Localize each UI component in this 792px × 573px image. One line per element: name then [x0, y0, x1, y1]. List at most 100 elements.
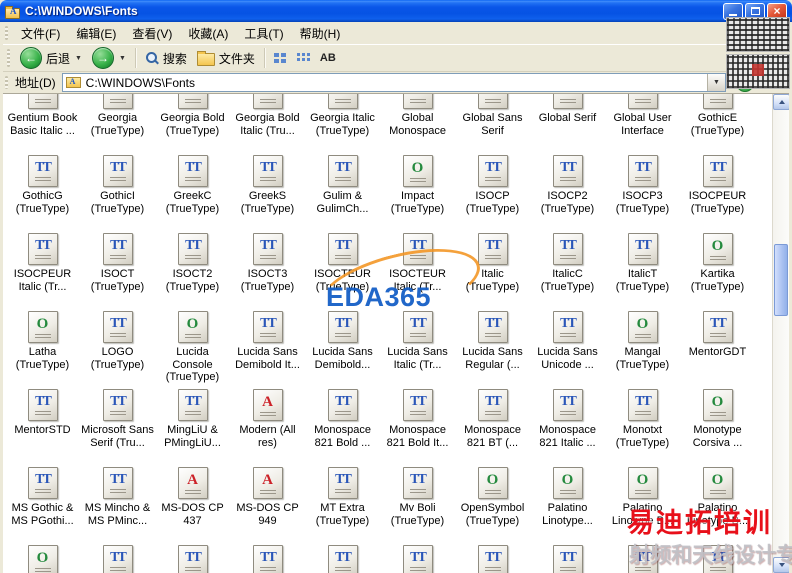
font-item[interactable]: TT	[380, 543, 455, 573]
font-item[interactable]: TT Gentium Book Basic Italic ...	[5, 94, 80, 153]
font-item[interactable]: TT	[230, 543, 305, 573]
back-button[interactable]: ← 后退 ▼	[15, 46, 87, 70]
title-bar[interactable]: A C:\WINDOWS\Fonts ×	[0, 0, 792, 22]
go-button[interactable]: → 转到	[729, 73, 789, 92]
font-item[interactable]: TT Global Monospace	[380, 94, 455, 153]
minimize-button[interactable]	[723, 2, 743, 20]
font-item[interactable]: TT Italic (TrueType)	[455, 231, 530, 309]
font-item[interactable]: TT ISOCT2 (TrueType)	[155, 231, 230, 309]
font-item[interactable]: TT	[80, 543, 155, 573]
font-item[interactable]: TT MentorSTD	[5, 387, 80, 465]
font-item[interactable]: TT MingLiU & PMingLiU...	[155, 387, 230, 465]
font-item[interactable]: TT MS Gothic & MS PGothi...	[5, 465, 80, 543]
font-item[interactable]: TT ISOCP2 (TrueType)	[530, 153, 605, 231]
font-item[interactable]: TT Lucida Sans Demibold It...	[230, 309, 305, 387]
font-item[interactable]: TT Lucida Sans Italic (Tr...	[380, 309, 455, 387]
font-item[interactable]: A Modern (All res)	[230, 387, 305, 465]
font-item[interactable]: TT Lucida Sans Demibold...	[305, 309, 380, 387]
font-item[interactable]: O Mangal (TrueType)	[605, 309, 680, 387]
toolbar-grip[interactable]	[7, 49, 10, 67]
large-icons-view-button[interactable]	[269, 46, 292, 70]
truetype-font-icon: TT	[177, 94, 208, 109]
font-item[interactable]: O Palatino Linotype...	[530, 465, 605, 543]
toolbar-grip[interactable]	[5, 76, 8, 89]
font-item[interactable]: TT	[680, 543, 755, 573]
close-button[interactable]: ×	[767, 2, 787, 20]
font-item[interactable]: TT Lucida Sans Unicode ...	[530, 309, 605, 387]
font-item[interactable]: TT ISOCP (TrueType)	[455, 153, 530, 231]
font-item[interactable]: TT	[305, 543, 380, 573]
font-item[interactable]: O Lucida Console (TrueType)	[155, 309, 230, 387]
font-item[interactable]: TT Monospace 821 Bold ...	[305, 387, 380, 465]
font-item[interactable]: TT LOGO (TrueType)	[80, 309, 155, 387]
menu-item-tools[interactable]: 工具(T)	[236, 22, 291, 45]
font-item[interactable]: TT ISOCPEUR Italic (Tr...	[5, 231, 80, 309]
font-item[interactable]: O Monotype Corsiva ...	[680, 387, 755, 465]
font-item[interactable]: TT Global Sans Serif	[455, 94, 530, 153]
font-item[interactable]: TT Monospace 821 Italic ...	[530, 387, 605, 465]
font-item[interactable]: O	[5, 543, 80, 573]
font-item[interactable]: TT GreekS (TrueType)	[230, 153, 305, 231]
font-item[interactable]: TT Georgia Italic (TrueType)	[305, 94, 380, 153]
font-item[interactable]: A MS-DOS CP 949	[230, 465, 305, 543]
font-item[interactable]: O Latha (TrueType)	[5, 309, 80, 387]
font-item[interactable]: TT Microsoft Sans Serif (Tru...	[80, 387, 155, 465]
forward-button[interactable]: → ▼	[87, 46, 131, 70]
maximize-button[interactable]	[745, 2, 765, 20]
menu-item-help[interactable]: 帮助(H)	[292, 22, 349, 45]
font-item[interactable]: TT GothicG (TrueType)	[5, 153, 80, 231]
scroll-up-button[interactable]	[773, 94, 789, 110]
similarity-view-button[interactable]: AB	[315, 46, 341, 70]
font-item[interactable]: O Palatino Linotype B...	[680, 465, 755, 543]
address-dropdown-button[interactable]: ▼	[706, 74, 725, 91]
font-item[interactable]: O Kartika (TrueType)	[680, 231, 755, 309]
font-item[interactable]: TT Monospace 821 BT (...	[455, 387, 530, 465]
font-item[interactable]: TT Gulim & GulimCh...	[305, 153, 380, 231]
font-item[interactable]: TT Mv Boli (TrueType)	[380, 465, 455, 543]
menu-item-edit[interactable]: 编辑(E)	[68, 22, 124, 45]
font-item[interactable]: TT Global User Interface	[605, 94, 680, 153]
font-item[interactable]: TT Monospace 821 Bold It...	[380, 387, 455, 465]
font-item[interactable]: TT MT Extra (TrueType)	[305, 465, 380, 543]
font-item[interactable]: A MS-DOS CP 437	[155, 465, 230, 543]
font-item[interactable]: TT Global Serif	[530, 94, 605, 153]
font-item[interactable]: TT Monotxt (TrueType)	[605, 387, 680, 465]
font-item[interactable]: O Palatino Linotype B...	[605, 465, 680, 543]
search-button[interactable]: 搜索	[140, 46, 192, 70]
font-item[interactable]: TT Georgia (TrueType)	[80, 94, 155, 153]
menu-item-favorites[interactable]: 收藏(A)	[180, 22, 236, 45]
font-item[interactable]: TT GothicE (TrueType)	[680, 94, 755, 153]
font-item[interactable]: TT ISOCT (TrueType)	[80, 231, 155, 309]
font-item[interactable]: TT ItalicT (TrueType)	[605, 231, 680, 309]
list-view-icon	[296, 52, 310, 64]
font-item[interactable]: TT	[155, 543, 230, 573]
truetype-font-icon: TT	[402, 389, 433, 421]
font-item[interactable]: TT MentorGDT	[680, 309, 755, 387]
list-view-button[interactable]	[292, 46, 315, 70]
font-item[interactable]: TT GreekC (TrueType)	[155, 153, 230, 231]
toolbar-grip[interactable]	[5, 26, 8, 40]
scroll-down-button[interactable]	[773, 557, 789, 573]
font-item[interactable]: TT GothicI (TrueType)	[80, 153, 155, 231]
font-item[interactable]: TT Georgia Bold Italic (Tru...	[230, 94, 305, 153]
font-item[interactable]: TT	[605, 543, 680, 573]
font-item[interactable]: TT ISOCTEUR (TrueType)	[305, 231, 380, 309]
menu-item-view[interactable]: 查看(V)	[124, 22, 180, 45]
scrollbar-thumb[interactable]	[774, 244, 788, 316]
font-item[interactable]: TT ISOCPEUR (TrueType)	[680, 153, 755, 231]
font-item[interactable]: TT ISOCP3 (TrueType)	[605, 153, 680, 231]
folders-button[interactable]: 文件夹	[192, 46, 260, 70]
font-item[interactable]: TT	[530, 543, 605, 573]
font-item[interactable]: TT Georgia Bold (TrueType)	[155, 94, 230, 153]
font-item[interactable]: O Impact (TrueType)	[380, 153, 455, 231]
font-item[interactable]: TT	[455, 543, 530, 573]
menu-item-file[interactable]: 文件(F)	[13, 22, 68, 45]
font-item[interactable]: O OpenSymbol (TrueType)	[455, 465, 530, 543]
font-item[interactable]: TT ISOCT3 (TrueType)	[230, 231, 305, 309]
font-item[interactable]: TT Lucida Sans Regular (...	[455, 309, 530, 387]
font-item[interactable]: TT MS Mincho & MS PMinc...	[80, 465, 155, 543]
font-item[interactable]: TT ISOCTEUR Italic (Tr...	[380, 231, 455, 309]
address-combo[interactable]: A C:\WINDOWS\Fonts ▼	[61, 73, 726, 92]
vertical-scrollbar[interactable]	[772, 94, 789, 573]
font-item[interactable]: TT ItalicC (TrueType)	[530, 231, 605, 309]
